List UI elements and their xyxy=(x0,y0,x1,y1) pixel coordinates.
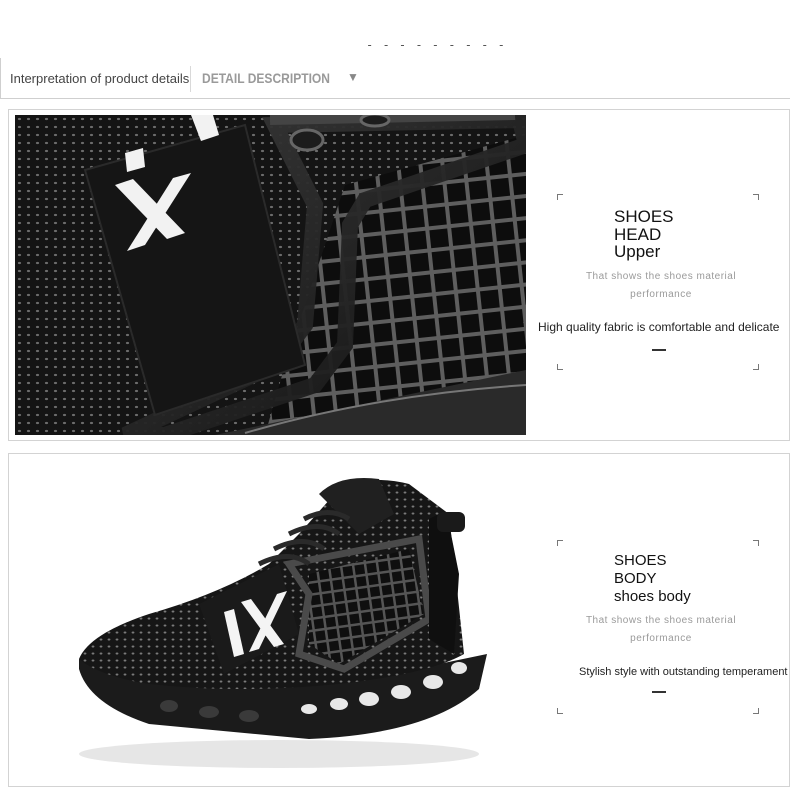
header-left-border xyxy=(0,58,1,98)
upper-info-panel: SHOES HEAD Upper That shows the shoes ma… xyxy=(529,110,789,440)
section-description: High quality fabric is comfortable and d… xyxy=(538,320,780,334)
detail-section-body: SHOES BODY shoes body That shows the sho… xyxy=(8,453,790,787)
caption-line-2: performance xyxy=(630,633,692,644)
heading-line-3: shoes body xyxy=(614,588,691,605)
heading-line-1: SHOES xyxy=(614,207,674,226)
header-subtitle: DETAIL DESCRIPTION xyxy=(202,70,330,86)
corner-mark xyxy=(753,540,759,546)
heading-line-2: HEAD xyxy=(614,225,662,244)
chevron-down-icon[interactable]: ▼ xyxy=(347,70,359,84)
dash-mark xyxy=(652,349,666,351)
heading-line-1: SHOES xyxy=(614,552,667,569)
corner-mark xyxy=(557,708,563,714)
decorative-dashes: - - - - - - - - - xyxy=(366,38,506,52)
header-title: Interpretation of product details xyxy=(10,71,190,86)
corner-mark xyxy=(753,194,759,200)
corner-mark xyxy=(753,364,759,370)
caption-line-1: That shows the shoes material xyxy=(585,615,737,626)
shoe-side-view-image xyxy=(79,478,487,768)
shoe-upper-closeup-image xyxy=(15,115,526,435)
dash-mark xyxy=(652,691,666,693)
section-description: Stylish style with outstanding temperame… xyxy=(579,666,788,678)
section-header: Interpretation of product details DETAIL… xyxy=(0,58,790,99)
heading-line-2: BODY xyxy=(614,570,657,587)
body-info-panel: SHOES BODY shoes body That shows the sho… xyxy=(529,454,789,786)
caption-line-1: That shows the shoes material xyxy=(585,271,737,282)
caption-line-2: performance xyxy=(630,289,692,300)
corner-mark xyxy=(557,194,563,200)
detail-section-upper: SHOES HEAD Upper That shows the shoes ma… xyxy=(8,109,790,441)
heading-line-3: Upper xyxy=(614,242,661,261)
header-divider xyxy=(190,66,191,92)
corner-mark xyxy=(557,540,563,546)
shoe-side-view-photo xyxy=(9,454,529,786)
corner-mark xyxy=(557,364,563,370)
corner-mark xyxy=(753,708,759,714)
shoe-upper-closeup-photo xyxy=(15,115,526,435)
